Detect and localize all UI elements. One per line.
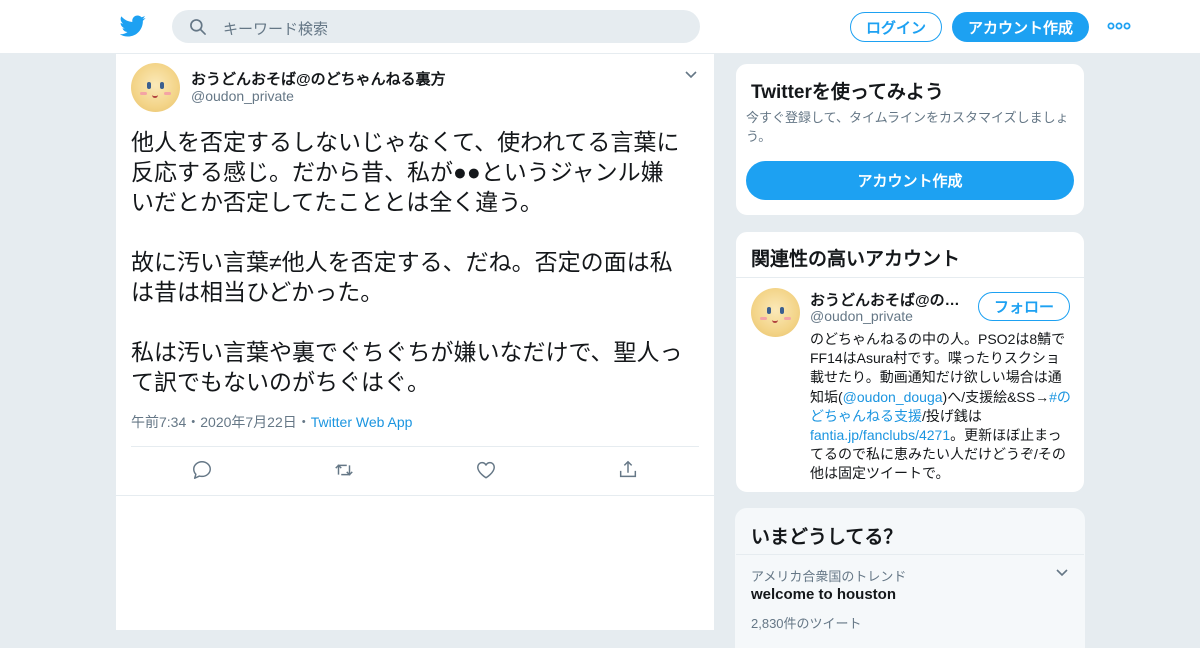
avatar-eye	[767, 307, 771, 314]
bio-text: )へ/支援絵&SS→	[942, 388, 1050, 405]
avatar-blush	[164, 92, 171, 95]
tweet-text: 他人を否定するしないじゃなくて、使われてる言葉に 反応する感じ。だから昔、私が●…	[131, 129, 683, 395]
follow-button[interactable]: フォロー	[978, 292, 1070, 321]
trends-card: いまどうしてる？ アメリカ合衆国のトレンド welcome to houston…	[735, 508, 1085, 648]
account-name[interactable]: おうどんおそば@の…	[810, 289, 970, 310]
card-title: Twitterを使ってみよう	[751, 82, 944, 103]
chevron-down-icon[interactable]	[1055, 568, 1069, 578]
tweet-date[interactable]: 2020年7月22日	[200, 414, 297, 430]
avatar-mouth	[772, 319, 778, 323]
author-name[interactable]: おうどんおそば@のどちゃんねる裏方	[191, 68, 446, 89]
author-handle[interactable]: @oudon_private	[191, 88, 294, 104]
more-dots-icon[interactable]	[1107, 19, 1131, 33]
trend-context: アメリカ合衆国のトレンド	[751, 569, 907, 584]
account-bio: のどちゃんねるの中の人。PSO2は8鯖でFF14はAsura村です。喋ったりスク…	[810, 330, 1072, 484]
avatar-eye	[160, 82, 164, 89]
bio-mention-link[interactable]: @oudon_douga	[843, 389, 943, 405]
chevron-down-icon[interactable]	[684, 70, 698, 80]
signup-card-button[interactable]: アカウント作成	[746, 161, 1074, 200]
tweet-source-app[interactable]: Twitter Web App	[311, 414, 413, 430]
divider	[736, 277, 1084, 278]
reply-icon[interactable]	[191, 459, 213, 481]
avatar-eye	[780, 307, 784, 314]
meta-separator: ・	[186, 414, 201, 430]
tweet-column: おうどんおそば@のどちゃんねる裏方 @oudon_private 他人を否定する…	[115, 54, 715, 630]
divider	[131, 446, 699, 447]
tweet-time[interactable]: 午前7:34	[131, 414, 186, 430]
twitter-bird-icon[interactable]	[120, 13, 146, 39]
try-twitter-card: Twitterを使ってみよう 今すぐ登録して、タイムラインをカスタマイズしましょ…	[735, 63, 1085, 216]
trend-tweet-count: 2,830件のツイート	[751, 616, 862, 631]
card-title: 関連性の高いアカウント	[751, 249, 961, 270]
avatar-mouth	[152, 94, 158, 98]
trend-name[interactable]: welcome to houston	[751, 586, 896, 603]
avatar-blush	[784, 317, 791, 320]
signup-button[interactable]: アカウント作成	[952, 12, 1089, 42]
card-title: いまどうしてる？	[751, 527, 903, 548]
top-navigation-bar: キーワード検索 ログイン アカウント作成	[0, 0, 1200, 54]
avatar-blush	[140, 92, 147, 95]
share-icon[interactable]	[617, 459, 639, 481]
avatar-eye	[147, 82, 151, 89]
related-accounts-card: 関連性の高いアカウント おうどんおそば@の… @oudon_private フォ…	[735, 231, 1085, 493]
account-handle[interactable]: @oudon_private	[810, 308, 913, 324]
avatar[interactable]	[131, 63, 180, 112]
like-icon[interactable]	[475, 459, 497, 481]
avatar[interactable]	[751, 288, 800, 337]
tweet: おうどんおそば@のどちゃんねる裏方 @oudon_private 他人を否定する…	[116, 54, 714, 496]
search-box[interactable]: キーワード検索	[172, 10, 700, 43]
bio-text: /投げ銭は	[922, 407, 982, 424]
login-button[interactable]: ログイン	[850, 12, 942, 42]
avatar-blush	[760, 317, 767, 320]
bio-url-link[interactable]: fantia.jp/fanclubs/4271	[810, 427, 950, 443]
tweet-meta: 午前7:34・2020年7月22日・Twitter Web App	[131, 412, 412, 432]
retweet-icon[interactable]	[333, 459, 355, 481]
search-icon	[190, 19, 206, 35]
search-input[interactable]: キーワード検索	[223, 18, 328, 39]
divider	[736, 554, 1084, 555]
meta-separator: ・	[296, 414, 311, 430]
card-description: 今すぐ登録して、タイムラインをカスタマイズしましょう。	[746, 110, 1069, 144]
